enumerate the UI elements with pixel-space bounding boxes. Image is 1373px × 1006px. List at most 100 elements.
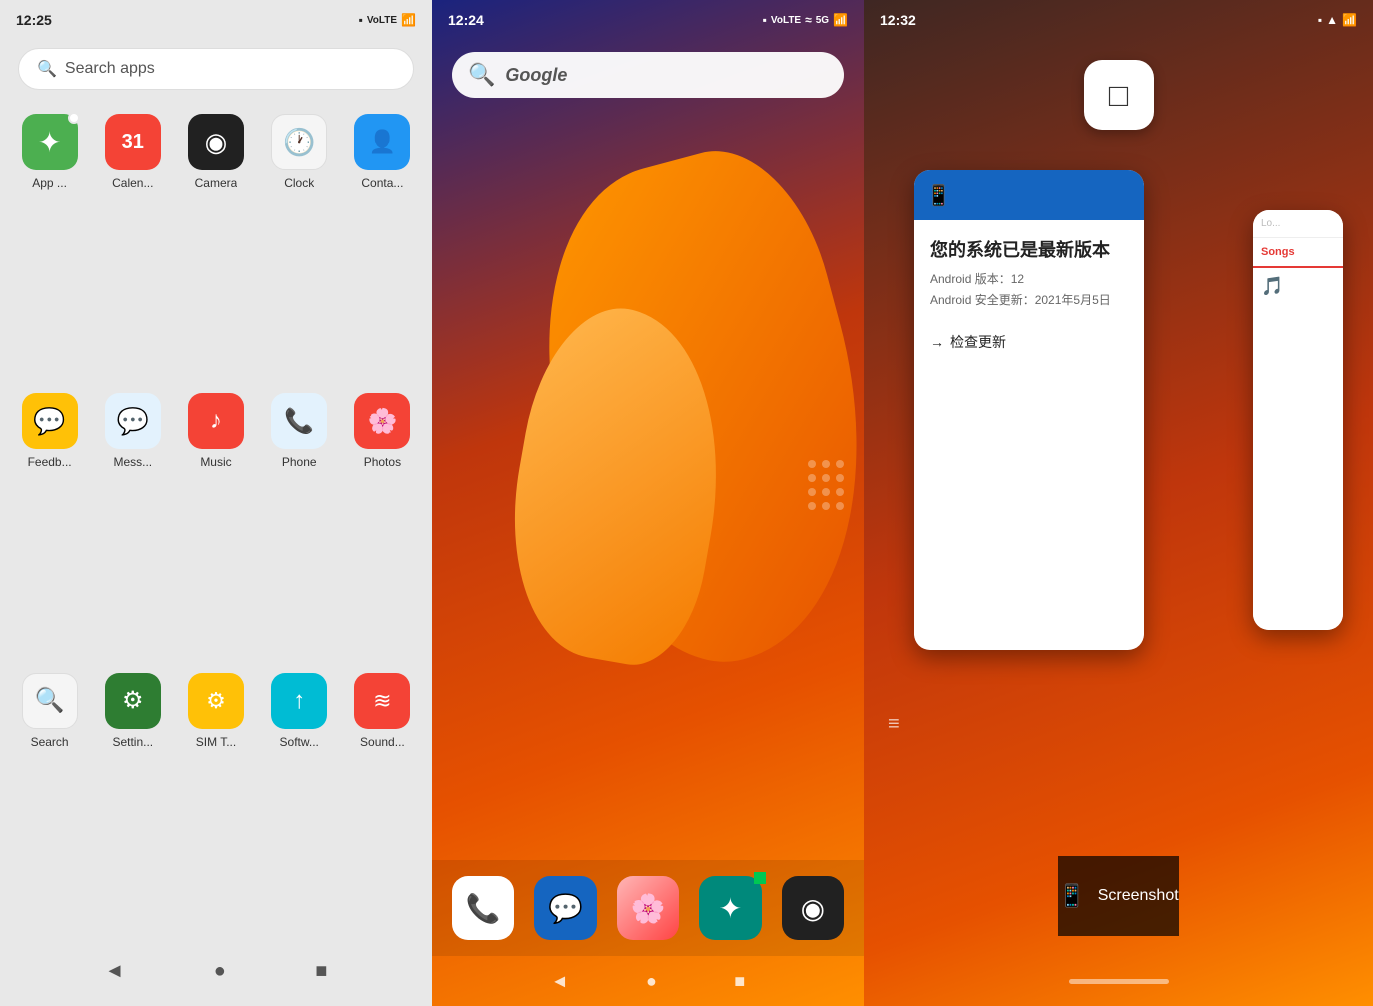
app-item-messages[interactable]: 💬 Mess... bbox=[95, 385, 170, 656]
check-update-link[interactable]: → 检查更新 bbox=[930, 332, 1128, 352]
app-label-sound: Sound... bbox=[360, 735, 405, 749]
dock-photos[interactable]: 🌸 bbox=[617, 876, 679, 940]
app-label-music: Music bbox=[200, 455, 231, 469]
home-dock: 📞 💬 🌸 ✦ ◉ bbox=[432, 860, 864, 956]
dots-pattern bbox=[808, 460, 844, 510]
security-update: Android 安全更新：2021年5月5日 bbox=[930, 291, 1128, 308]
apps-grid: ✦ App ... 31 Calen... ◉ Camera 🕐 Clock bbox=[0, 106, 432, 936]
time-2: 12:24 bbox=[448, 12, 484, 28]
app-item-feedback[interactable]: 💬 Feedb... bbox=[12, 385, 87, 656]
card-header: 📱 bbox=[914, 170, 1144, 220]
app-item-appstore[interactable]: ✦ App ... bbox=[12, 106, 87, 377]
dock-appstore[interactable]: ✦ bbox=[699, 876, 761, 940]
app-label-settings: Settin... bbox=[112, 735, 153, 749]
app-item-clock[interactable]: 🕐 Clock bbox=[262, 106, 337, 377]
nav-bar-1: ◄ ● ■ bbox=[0, 936, 432, 1006]
screenshot-bar[interactable]: 📱 Screenshot bbox=[1058, 856, 1178, 936]
app-label-photos: Photos bbox=[364, 455, 401, 469]
app-icon-simt: ⚙ bbox=[188, 673, 244, 729]
app-label-clock: Clock bbox=[284, 176, 314, 190]
app-item-calendar[interactable]: 31 Calen... bbox=[95, 106, 170, 377]
app-item-camera[interactable]: ◉ Camera bbox=[178, 106, 253, 377]
status-icons-2: ▪ VoLTE ≈ 5G 📶 bbox=[763, 13, 848, 27]
app-icon-sound: ≋ bbox=[354, 673, 410, 729]
status-icons-1: ▪ VoLTE 📶 bbox=[359, 13, 416, 27]
bottom-nav-3 bbox=[864, 956, 1373, 1006]
recent-apps-area: □ 📱 您的系统已是最新版本 Android 版本：12 Android 安全更… bbox=[864, 40, 1373, 956]
app-icon-software: ↑ bbox=[271, 673, 327, 729]
app-icon-settings: ⚙ bbox=[105, 673, 161, 729]
volte-badge-1: VoLTE bbox=[367, 15, 397, 26]
signal-icon-1: 📶 bbox=[401, 13, 416, 27]
back-button-2[interactable]: ◄ bbox=[551, 971, 569, 992]
app-icon-messages: 💬 bbox=[105, 393, 161, 449]
app-label-feedback: Feedb... bbox=[28, 455, 72, 469]
card-right-tab: Songs bbox=[1253, 238, 1343, 268]
app-item-settings[interactable]: ⚙ Settin... bbox=[95, 665, 170, 936]
battery-icon-3: ▪ bbox=[1318, 13, 1322, 27]
nav-bar-2: ◄ ● ■ bbox=[432, 956, 864, 1006]
app-item-sound[interactable]: ≋ Sound... bbox=[345, 665, 420, 936]
home-button-2[interactable]: ● bbox=[646, 971, 657, 992]
dock-phone[interactable]: 📞 bbox=[452, 876, 514, 940]
app-item-photos[interactable]: 🌸 Photos bbox=[345, 385, 420, 656]
app-label-calendar: Calen... bbox=[112, 176, 153, 190]
recent-cards-container: 📱 您的系统已是最新版本 Android 版本：12 Android 安全更新：… bbox=[864, 150, 1373, 856]
back-button-1[interactable]: ◄ bbox=[105, 960, 125, 983]
recent-button-2[interactable]: ■ bbox=[734, 971, 745, 992]
app-item-simt[interactable]: ⚙ SIM T... bbox=[178, 665, 253, 936]
app-label-search: Search bbox=[31, 735, 69, 749]
home-pill bbox=[1069, 979, 1169, 984]
wifi-icon-2: ≈ bbox=[805, 13, 812, 27]
list-icon: ≡ bbox=[888, 713, 900, 735]
card-title: 您的系统已是最新版本 bbox=[930, 236, 1128, 262]
search-bar-label: Search apps bbox=[65, 60, 155, 78]
app-label-messages: Mess... bbox=[113, 455, 152, 469]
screenshot-icon: 📱 bbox=[1058, 883, 1085, 909]
card-content: 您的系统已是最新版本 Android 版本：12 Android 安全更新：20… bbox=[914, 220, 1144, 368]
app-icon-appstore: ✦ bbox=[22, 114, 78, 170]
google-text: Google bbox=[505, 65, 567, 86]
app-icon-calendar: 31 bbox=[105, 114, 161, 170]
app-label-contacts: Conta... bbox=[361, 176, 403, 190]
app-item-search[interactable]: 🔍 Search bbox=[12, 665, 87, 936]
home-button-1[interactable]: ● bbox=[214, 960, 226, 983]
list-view-button[interactable]: ≡ bbox=[888, 713, 900, 736]
wallpaper-area bbox=[432, 110, 864, 860]
battery-icon-1: ▪ bbox=[359, 13, 363, 27]
card-right-content: Lo... Songs 🎵 bbox=[1253, 210, 1343, 630]
status-icons-3: ▪ ▲ 📶 bbox=[1318, 13, 1357, 27]
card-header-icon: 📱 bbox=[926, 183, 951, 208]
app-icon-search: 🔍 bbox=[22, 673, 78, 729]
signal-icon-2: 📶 bbox=[833, 13, 848, 27]
dock-camera[interactable]: ◉ bbox=[782, 876, 844, 940]
app-item-contacts[interactable]: 👤 Conta... bbox=[345, 106, 420, 377]
signal-icon-3: 📶 bbox=[1342, 13, 1357, 27]
app-label-software: Softw... bbox=[280, 735, 319, 749]
recent-button-1[interactable]: ■ bbox=[315, 960, 327, 983]
app-label-appstore: App ... bbox=[32, 176, 67, 190]
status-bar-3: 12:32 ▪ ▲ 📶 bbox=[864, 0, 1373, 40]
app-badge-appstore bbox=[68, 112, 80, 124]
time-3: 12:32 bbox=[880, 12, 916, 28]
card-right-music-icon: 🎵 bbox=[1253, 268, 1343, 305]
status-bar-1: 12:25 ▪ VoLTE 📶 bbox=[0, 0, 432, 40]
google-search-bar[interactable]: 🔍 Google bbox=[452, 52, 844, 98]
app-item-music[interactable]: ♪ Music bbox=[178, 385, 253, 656]
wifi-icon-3: ▲ bbox=[1326, 13, 1338, 27]
app-label-camera: Camera bbox=[195, 176, 238, 190]
recent-active-icon: □ bbox=[1084, 60, 1154, 130]
app-icon-photos: 🌸 bbox=[354, 393, 410, 449]
panel-home-screen: 12:24 ▪ VoLTE ≈ 5G 📶 🔍 Google 📞 💬 🌸 ✦ ◉ bbox=[432, 0, 864, 1006]
search-bar[interactable]: 🔍 Search apps bbox=[18, 48, 414, 90]
app-item-phone[interactable]: 📞 Phone bbox=[262, 385, 337, 656]
app-item-software[interactable]: ↑ Softw... bbox=[262, 665, 337, 936]
recent-card-system-update[interactable]: 📱 您的系统已是最新版本 Android 版本：12 Android 安全更新：… bbox=[914, 170, 1144, 650]
dock-messages[interactable]: 💬 bbox=[534, 876, 596, 940]
recent-card-music[interactable]: Lo... Songs 🎵 bbox=[1253, 210, 1343, 630]
app-icon-phone: 📞 bbox=[271, 393, 327, 449]
app-icon-clock: 🕐 bbox=[271, 114, 327, 170]
screenshot-label: Screenshot bbox=[1098, 887, 1179, 905]
app-icon-music: ♪ bbox=[188, 393, 244, 449]
time-1: 12:25 bbox=[16, 12, 52, 28]
